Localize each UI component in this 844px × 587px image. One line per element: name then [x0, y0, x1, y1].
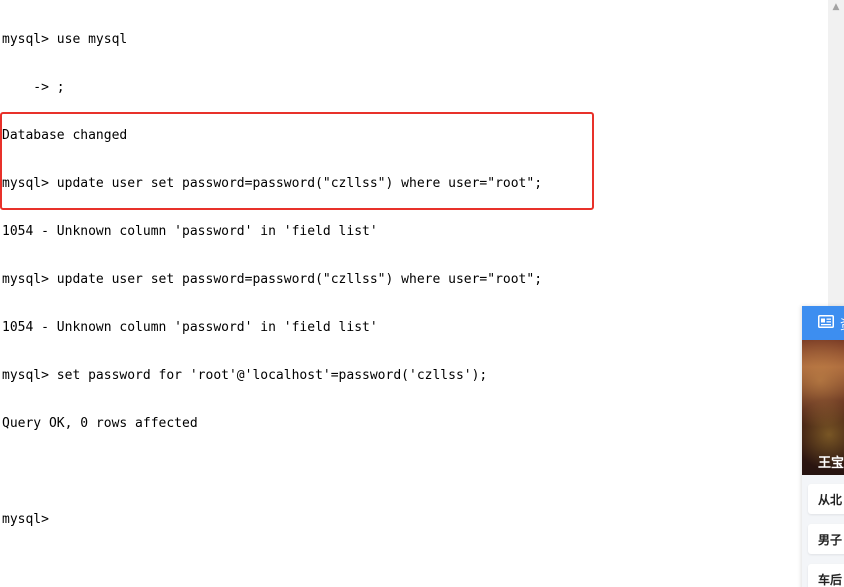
- terminal-line: 1054 - Unknown column 'password' in 'fie…: [2, 224, 378, 239]
- news-side-panel: 资 王宝 从北 男子 车后: [802, 306, 844, 587]
- terminal-prompt[interactable]: mysql>: [2, 512, 822, 528]
- newspaper-icon: [818, 315, 834, 328]
- terminal-line: mysql> set password for 'root'@'localhos…: [2, 368, 488, 383]
- mysql-terminal-output: mysql> use mysql -> ; Database changed m…: [2, 0, 822, 560]
- scroll-up-arrow-icon[interactable]: ▲: [831, 2, 841, 12]
- news-panel-header[interactable]: 资: [802, 306, 844, 340]
- news-panel-title: 资: [840, 314, 844, 333]
- terminal-line: mysql> update user set password=password…: [2, 272, 543, 287]
- news-list-item[interactable]: 车后: [808, 564, 844, 587]
- red-highlight-box: [0, 112, 594, 210]
- news-item-title: 从北: [818, 493, 843, 507]
- news-item-title: 车后: [818, 573, 843, 587]
- news-item-title: 男子: [818, 533, 843, 547]
- news-list-item[interactable]: 男子: [808, 524, 844, 554]
- screenshot-page: mysql> use mysql -> ; Database changed m…: [0, 0, 844, 587]
- terminal-line: Query OK, 0 rows affected: [2, 416, 198, 431]
- news-image-caption[interactable]: 王宝: [818, 452, 844, 471]
- terminal-line: mysql> use mysql: [2, 32, 128, 47]
- terminal-line: -> ;: [2, 80, 65, 95]
- news-list-item[interactable]: 从北: [808, 484, 844, 514]
- terminal-line: 1054 - Unknown column 'password' in 'fie…: [2, 320, 378, 335]
